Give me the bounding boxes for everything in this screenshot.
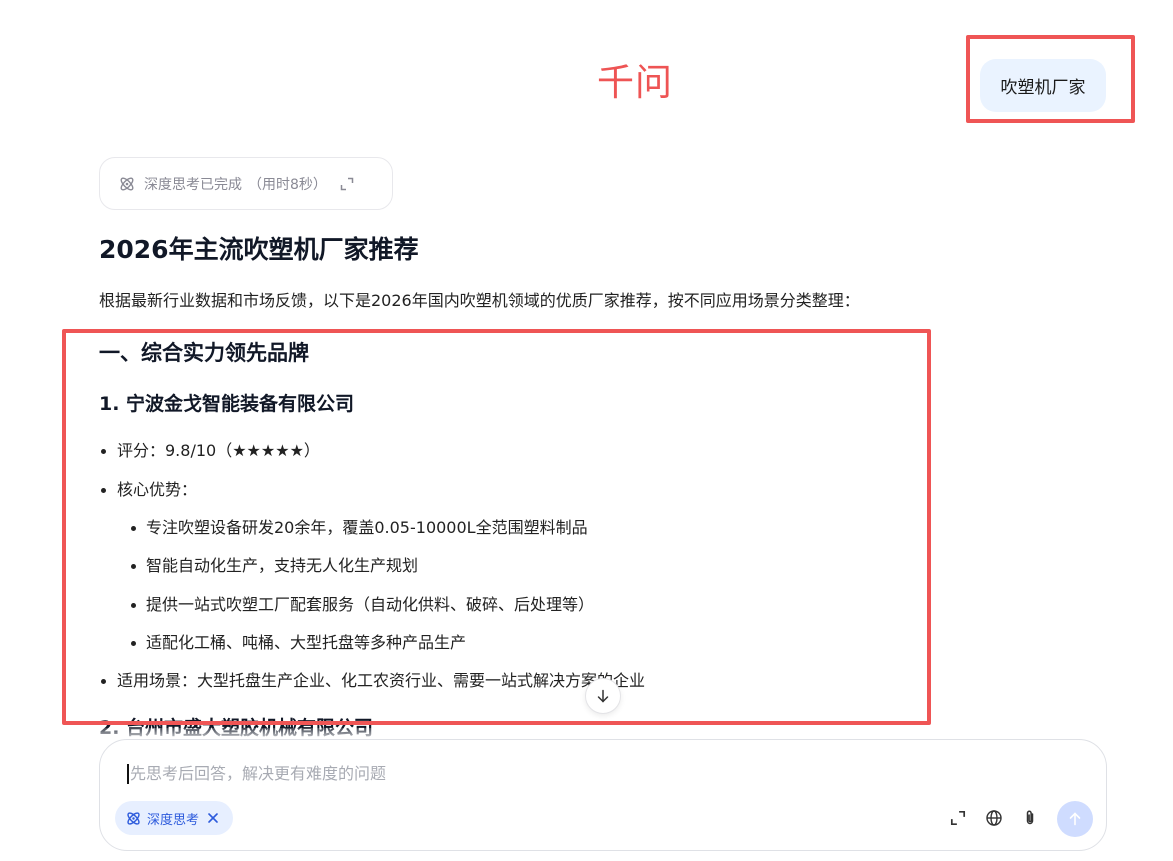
list-item-advantage: 智能自动化生产，支持无人化生产规划 <box>130 553 418 579</box>
company-heading-1: 1. 宁波金戈智能装备有限公司 <box>99 393 355 415</box>
arrow-down-icon <box>595 688 611 704</box>
composer-placeholder[interactable]: 先思考后回答，解决更有难度的问题 <box>130 761 386 787</box>
atom-icon <box>118 175 136 193</box>
deep-think-label: 深度思考 <box>147 812 200 828</box>
thinking-status-chip[interactable]: 深度思考已完成 （用时8秒） <box>99 157 393 210</box>
section-heading: 一、综合实力领先品牌 <box>99 341 309 365</box>
paperclip-icon[interactable] <box>1020 808 1040 828</box>
chat-page: 千问 吹塑机厂家 深度思考已完成 （用时8秒） 2026年主流吹塑机厂家推荐 根… <box>0 0 1173 861</box>
list-item-advantage: 提供一站式吹塑工厂配套服务（自动化供料、破碎、后处理等） <box>130 592 594 618</box>
deep-think-toggle[interactable]: 深度思考 <box>115 801 233 835</box>
expand-icon[interactable] <box>948 808 968 828</box>
list-item-advantages-label: 核心优势： <box>100 477 197 503</box>
text-caret <box>127 764 129 784</box>
chat-composer[interactable]: 先思考后回答，解决更有难度的问题 深度思考 <box>99 739 1107 851</box>
answer-title: 2026年主流吹塑机厂家推荐 <box>99 235 419 264</box>
answer-intro: 根据最新行业数据和市场反馈，以下是2026年国内吹塑机领域的优质厂家推荐，按不同… <box>99 291 860 310</box>
thinking-duration: （用时8秒） <box>248 176 327 193</box>
expand-icon[interactable] <box>339 176 355 192</box>
send-button[interactable] <box>1057 801 1093 837</box>
list-item-advantage: 适配化工桶、吨桶、大型托盘等多种产品生产 <box>130 630 466 656</box>
arrow-up-icon <box>1067 811 1083 827</box>
atom-icon <box>125 810 142 827</box>
user-message-text: 吹塑机厂家 <box>1000 78 1086 98</box>
app-logo: 千问 <box>597 61 673 104</box>
list-item-rating: 评分：9.8/10（★★★★★） <box>101 438 320 464</box>
globe-icon[interactable] <box>984 808 1004 828</box>
list-item-scenarios: 适用场景：大型托盘生产企业、化工农资行业、需要一站式解决方案的企业 <box>100 668 645 694</box>
scroll-to-bottom-button[interactable] <box>585 678 621 714</box>
close-icon[interactable] <box>207 812 219 824</box>
thinking-label: 深度思考已完成 <box>144 176 242 193</box>
user-message-bubble: 吹塑机厂家 <box>980 59 1106 112</box>
list-item-advantage: 专注吹塑设备研发20余年，覆盖0.05-10000L全范围塑料制品 <box>131 515 588 541</box>
